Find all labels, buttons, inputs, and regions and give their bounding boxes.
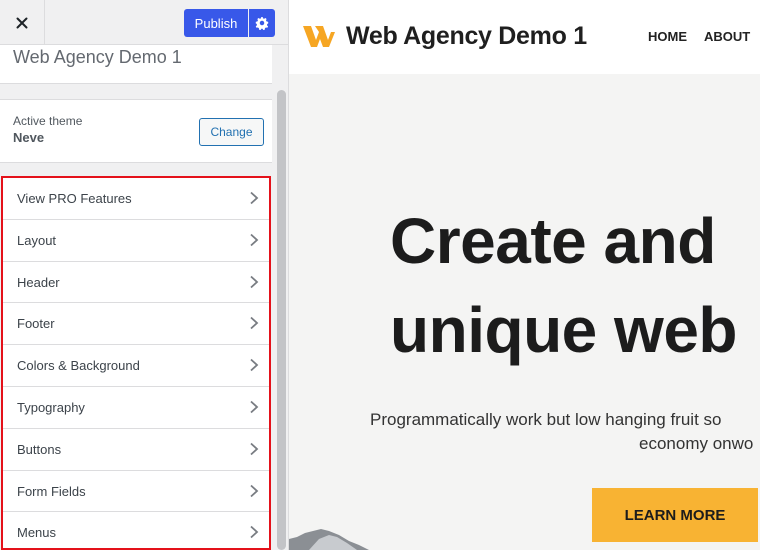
active-theme-label: Active theme <box>13 114 83 128</box>
primary-nav: HOME ABOUT <box>648 29 750 44</box>
panel-label: Form Fields <box>17 483 86 499</box>
hero-description-continued: economy onwo <box>639 434 754 453</box>
gear-icon <box>255 16 269 30</box>
active-theme-name: Neve <box>13 130 45 145</box>
hero-title-line: unique web <box>390 294 738 366</box>
panel-label: Colors & Background <box>17 358 140 374</box>
nav-about[interactable]: ABOUT <box>704 29 750 44</box>
hero-title: Create and unique web <box>390 197 760 375</box>
site-header: Web Agency Demo 1 HOME ABOUT <box>289 0 760 74</box>
active-theme-section: Active theme Neve Change <box>0 99 272 163</box>
panel-label: Menus <box>17 525 57 541</box>
site-preview: Web Agency Demo 1 HOME ABOUT Create and … <box>289 0 760 550</box>
panel-view-pro-features[interactable]: View PRO Features <box>3 178 269 220</box>
panel-label: Footer <box>17 316 55 332</box>
customizer-panel-list: View PRO Features Layout Header Footer C… <box>1 176 271 550</box>
scrollbar-thumb[interactable] <box>277 90 286 550</box>
customizer-header: Publish <box>0 0 288 45</box>
chevron-right-icon <box>250 442 259 455</box>
site-logo[interactable] <box>303 23 335 49</box>
panel-footer[interactable]: Footer <box>3 303 269 346</box>
chevron-right-icon <box>250 275 259 288</box>
close-customizer-button[interactable] <box>0 0 45 45</box>
site-title-section: Web Agency Demo 1 <box>0 45 272 84</box>
hero-title-line: Create and <box>390 205 716 277</box>
chevron-right-icon <box>250 526 259 539</box>
panel-form-fields[interactable]: Form Fields <box>3 470 269 513</box>
panel-header[interactable]: Header <box>3 261 269 304</box>
panel-label: Header <box>17 274 60 290</box>
publish-button[interactable]: Publish <box>184 9 248 37</box>
chevron-right-icon <box>250 233 259 246</box>
panel-label: Buttons <box>17 441 62 457</box>
panel-label: View PRO Features <box>17 191 132 206</box>
hero-description: Programmatically work but low hanging fr… <box>370 410 722 429</box>
chevron-right-icon <box>250 317 259 330</box>
nav-home[interactable]: HOME <box>648 29 687 44</box>
hero-background-image <box>289 529 369 550</box>
publish-settings-button[interactable] <box>249 9 275 37</box>
panel-buttons[interactable]: Buttons <box>3 428 269 471</box>
panel-typography[interactable]: Typography <box>3 386 269 429</box>
customizer-sidebar: Publish Web Agency Demo 1 Active theme N… <box>0 0 289 550</box>
change-theme-button[interactable]: Change <box>199 118 264 146</box>
sidebar-scrollbar[interactable] <box>274 45 288 550</box>
chevron-right-icon <box>250 191 259 205</box>
panel-label: Typography <box>17 399 85 415</box>
chevron-right-icon <box>250 484 259 497</box>
chevron-right-icon <box>250 359 259 372</box>
site-name[interactable]: Web Agency Demo 1 <box>346 22 587 51</box>
panel-label: Layout <box>17 232 57 248</box>
customizer-panels-scroll: Web Agency Demo 1 Active theme Neve Chan… <box>0 45 274 550</box>
chevron-right-icon <box>250 400 259 414</box>
learn-more-button[interactable]: LEARN MORE <box>592 488 758 542</box>
panel-menus[interactable]: Menus <box>3 512 269 548</box>
publish-control: Publish <box>184 9 275 37</box>
panel-colors-background[interactable]: Colors & Background <box>3 345 269 387</box>
close-icon <box>16 17 28 28</box>
site-title: Web Agency Demo 1 <box>13 47 182 67</box>
panel-layout[interactable]: Layout <box>3 219 269 262</box>
